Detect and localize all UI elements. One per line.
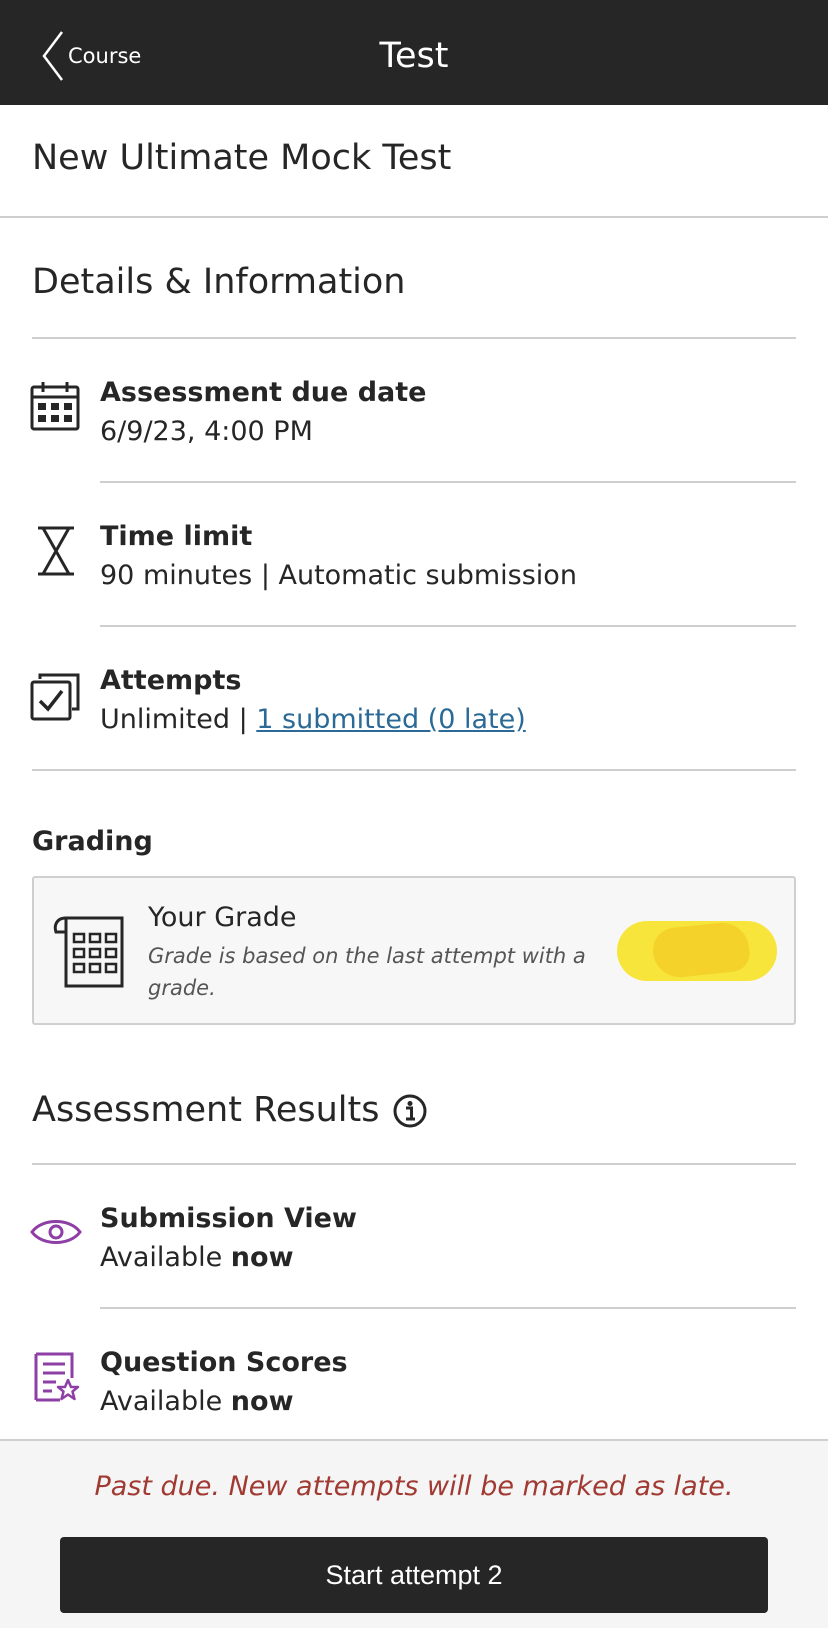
your-grade-title: Your Grade: [148, 902, 297, 933]
divider: [100, 1307, 796, 1309]
grade-pill[interactable]: [617, 920, 777, 981]
availability-now: now: [230, 1242, 294, 1273]
submitted-attempts-link[interactable]: 1 submitted (0 late): [256, 704, 525, 735]
divider: [32, 1163, 796, 1165]
redaction-mark: [650, 920, 752, 980]
divider: [100, 481, 796, 483]
attempts-label: Attempts: [100, 665, 242, 696]
footer-bar: Past due. New attempts will be marked as…: [0, 1439, 828, 1628]
results-section-title: Assessment Results: [32, 1090, 380, 1130]
due-date-value: 6/9/23, 4:00 PM: [100, 416, 313, 447]
submission-view-label: Submission View: [100, 1203, 357, 1234]
scores-icon: [34, 1352, 80, 1406]
attempts-icon: [30, 671, 80, 725]
grading-label: Grading: [32, 826, 153, 857]
availability-text: Available: [100, 1386, 231, 1417]
question-scores-label: Question Scores: [100, 1347, 348, 1378]
info-icon[interactable]: [392, 1093, 428, 1133]
start-attempt-button[interactable]: Start attempt 2: [60, 1537, 768, 1613]
page-title: New Ultimate Mock Test: [32, 138, 452, 178]
availability-now: now: [230, 1386, 294, 1417]
attempts-count: Unlimited |: [100, 704, 257, 735]
availability-text: Available: [100, 1242, 231, 1273]
details-section-title: Details & Information: [32, 262, 406, 302]
question-scores-value: Available now: [100, 1386, 294, 1417]
grade-description: Grade is based on the last attempt with …: [148, 944, 586, 1000]
due-date-label: Assessment due date: [100, 377, 427, 408]
divider: [0, 216, 828, 218]
divider: [32, 337, 796, 339]
submission-view-value: Available now: [100, 1242, 294, 1273]
divider: [100, 625, 796, 627]
late-warning: Past due. New attempts will be marked as…: [94, 1471, 734, 1502]
attempts-value: Unlimited | 1 submitted (0 late): [100, 704, 526, 735]
top-bar: Course Test: [0, 0, 828, 105]
gradebook-icon: [52, 912, 128, 996]
divider: [32, 769, 796, 771]
time-limit-label: Time limit: [100, 521, 253, 552]
header-title: Test: [379, 36, 449, 76]
eye-icon: [30, 1214, 82, 1254]
calendar-icon: [30, 381, 80, 435]
time-limit-value: 90 minutes | Automatic submission: [100, 560, 577, 591]
grade-card: Your Grade Grade is based on the last at…: [32, 876, 796, 1025]
hourglass-icon: [36, 526, 76, 580]
